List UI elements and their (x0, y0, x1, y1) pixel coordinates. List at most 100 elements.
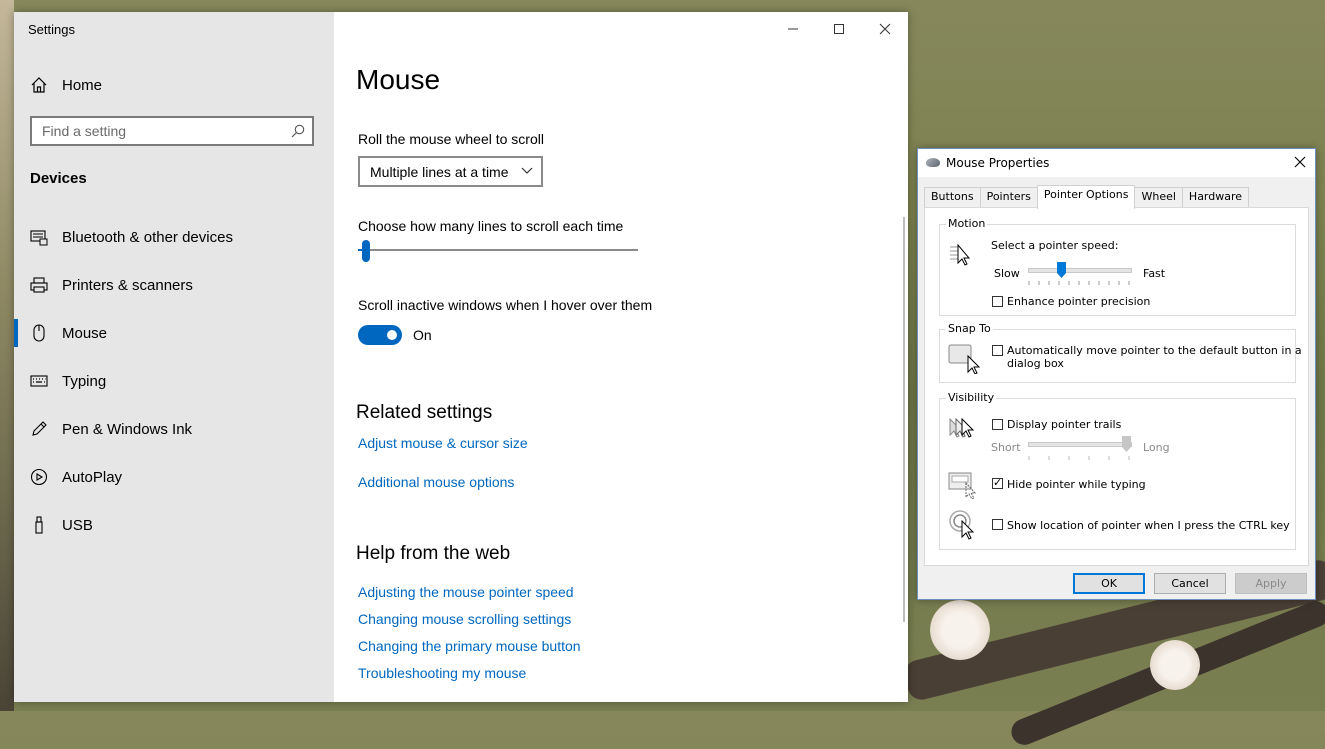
sidebar-item-usb[interactable]: USB (30, 514, 93, 536)
sidebar-item-autoplay[interactable]: AutoPlay (30, 466, 122, 488)
sidebar-item-label: Bluetooth & other devices (62, 228, 233, 246)
sidebar-item-label: Pen & Windows Ink (62, 420, 193, 438)
slider-ticks (1028, 456, 1130, 460)
wallpaper-blossom (1150, 640, 1200, 690)
toggle-knob (387, 330, 397, 340)
enhance-precision-checkbox[interactable] (992, 296, 1003, 307)
minimize-button[interactable] (770, 20, 816, 38)
close-icon (879, 23, 891, 35)
inactive-scroll-toggle[interactable] (358, 325, 402, 345)
home-label: Home (62, 76, 103, 94)
snap-to-icon (948, 344, 980, 374)
search-icon (291, 124, 305, 138)
pen-icon (32, 421, 47, 436)
sidebar-item-bluetooth[interactable]: Bluetooth & other devices (30, 226, 233, 248)
lines-slider-track[interactable] (358, 249, 638, 251)
sidebar-item-label: Printers & scanners (62, 276, 193, 294)
trails-length-slider[interactable] (1028, 442, 1132, 447)
help-link[interactable]: Troubleshooting my mouse (358, 665, 526, 681)
pointer-speed-icon (950, 243, 971, 266)
link-adjust-cursor-size[interactable]: Adjust mouse & cursor size (358, 435, 528, 451)
help-link[interactable]: Changing the primary mouse button (358, 638, 581, 654)
mouse-icon (33, 324, 45, 342)
pointer-options-panel: Motion Select a pointer speed: Slow Fast… (924, 207, 1309, 566)
pointer-speed-slider[interactable] (1028, 268, 1132, 273)
trails-length-thumb[interactable] (1122, 436, 1131, 452)
toggle-state-label: On (413, 327, 432, 343)
inactive-scroll-label: Scroll inactive windows when I hover ove… (358, 297, 653, 313)
snap-to-label-cont: dialog box (1007, 357, 1064, 370)
maximize-button[interactable] (816, 20, 862, 38)
sidebar-item-typing[interactable]: Typing (30, 370, 106, 392)
dialog-title: Mouse Properties (946, 156, 1050, 170)
search-input[interactable]: Find a setting (30, 116, 314, 146)
motion-group: Motion Select a pointer speed: Slow Fast… (939, 217, 1296, 316)
sidebar-item-label: Typing (62, 372, 107, 390)
window-title: Settings (28, 22, 75, 37)
close-icon[interactable] (1293, 155, 1307, 169)
show-location-label: Show location of pointer when I press th… (1007, 519, 1290, 532)
mouse-properties-dialog: Mouse Properties Buttons Pointers Pointe… (917, 148, 1316, 600)
mouse-app-icon (926, 158, 940, 167)
dialog-tabs: Buttons Pointers Pointer Options Wheel H… (924, 185, 1250, 209)
slider-ticks (1028, 281, 1130, 285)
tab-wheel[interactable]: Wheel (1134, 187, 1183, 209)
settings-window: Settings Home Find a setting Devices Blu… (13, 12, 908, 702)
help-link[interactable]: Changing mouse scrolling settings (358, 611, 571, 627)
sidebar-item-printers[interactable]: Printers & scanners (30, 274, 193, 296)
snap-to-group: Snap To Automatically move pointer to th… (939, 322, 1302, 383)
pointer-trails-checkbox[interactable] (992, 419, 1003, 430)
group-label: Motion (946, 217, 988, 230)
lines-slider-thumb[interactable] (362, 240, 371, 262)
home-icon (31, 77, 47, 93)
tab-pointer-options[interactable]: Pointer Options (1036, 185, 1136, 209)
long-label: Long (1143, 441, 1170, 454)
sidebar-item-label: Mouse (62, 324, 108, 342)
hide-pointer-checkbox[interactable] (992, 476, 1003, 489)
settings-sidebar: Settings Home Find a setting Devices Blu… (13, 12, 334, 702)
sidebar-item-mouse[interactable]: Mouse (13, 319, 108, 347)
tab-hardware[interactable]: Hardware (1181, 187, 1250, 209)
speed-label: Select a pointer speed: (991, 239, 1119, 252)
tab-buttons[interactable]: Buttons (924, 187, 981, 209)
visibility-group: Visibility Display pointer trails Short … (939, 391, 1296, 550)
wheel-scroll-dropdown[interactable]: Multiple lines at a time (358, 156, 543, 187)
group-label: Visibility (946, 391, 997, 404)
cancel-button[interactable]: Cancel (1154, 573, 1226, 594)
maximize-icon (834, 24, 844, 34)
minimize-icon (788, 28, 798, 30)
autoplay-icon (30, 468, 48, 486)
snap-to-label: Automatically move pointer to the defaul… (1007, 344, 1302, 357)
home-nav-item[interactable]: Home (30, 74, 102, 96)
ok-button[interactable]: OK (1073, 573, 1145, 594)
slow-label: Slow (994, 267, 1020, 280)
sidebar-item-label: USB (62, 516, 93, 534)
sidebar-item-pen[interactable]: Pen & Windows Ink (30, 418, 192, 440)
snap-to-checkbox[interactable] (992, 345, 1003, 356)
link-additional-mouse-options[interactable]: Additional mouse options (358, 474, 514, 490)
wallpaper-blossom (930, 600, 990, 660)
dialog-titlebar: Mouse Properties (918, 149, 1315, 177)
apply-button[interactable]: Apply (1235, 573, 1307, 594)
content-scrollbar[interactable] (903, 217, 905, 622)
help-link[interactable]: Adjusting the mouse pointer speed (358, 584, 574, 600)
related-settings-heading: Related settings (356, 402, 493, 423)
keyboard-icon (30, 375, 48, 387)
short-label: Short (991, 441, 1021, 454)
hide-pointer-label: Hide pointer while typing (1007, 478, 1146, 491)
usb-icon (35, 516, 43, 534)
printer-icon (30, 277, 48, 293)
show-location-checkbox[interactable] (992, 519, 1003, 530)
group-label: Snap To (946, 322, 993, 335)
tab-pointers[interactable]: Pointers (979, 187, 1038, 209)
enhance-precision-label: Enhance pointer precision (1007, 295, 1151, 308)
dropdown-value: Multiple lines at a time (370, 164, 509, 180)
show-location-icon (949, 510, 975, 540)
wallpaper-left-strip (0, 0, 14, 711)
pointer-trails-icon (949, 417, 975, 438)
close-button[interactable] (862, 20, 908, 38)
page-title: Mouse (356, 64, 441, 95)
hide-pointer-icon (948, 472, 977, 499)
pointer-speed-thumb[interactable] (1056, 262, 1066, 278)
sidebar-item-label: AutoPlay (62, 468, 123, 486)
